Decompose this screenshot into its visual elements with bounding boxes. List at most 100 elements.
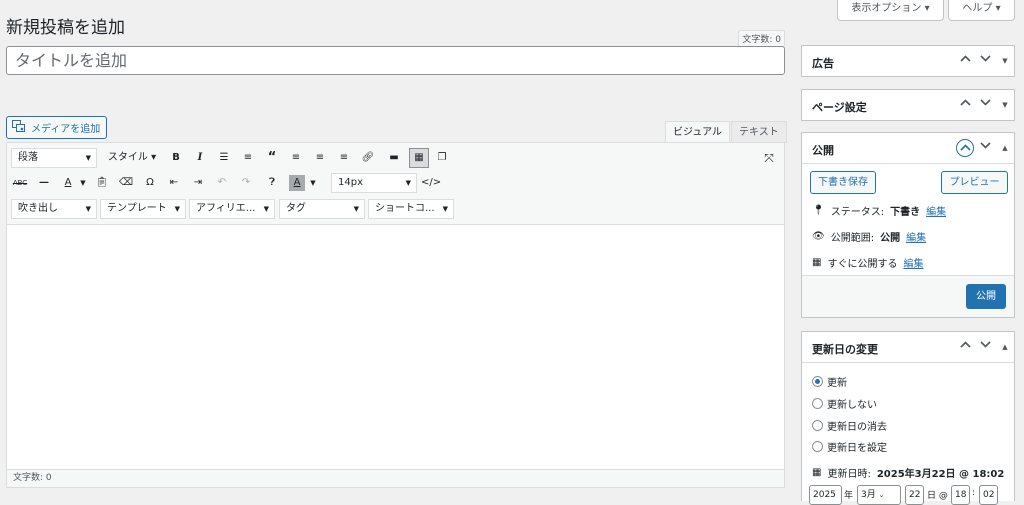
move-down-icon[interactable] bbox=[977, 53, 993, 69]
special-character-icon[interactable]: Ω bbox=[141, 172, 159, 194]
radio-icon bbox=[812, 398, 823, 409]
balloon-select[interactable]: 吹き出し ▼ bbox=[11, 199, 97, 219]
format-select-value: 段落 bbox=[18, 152, 38, 163]
eye-icon: 👁︎ bbox=[812, 231, 825, 242]
visibility-label: 公開範囲: bbox=[830, 233, 875, 244]
move-down-icon[interactable] bbox=[977, 97, 993, 113]
move-up-icon[interactable] bbox=[957, 53, 973, 69]
chevron-down-icon[interactable]: ▼ bbox=[77, 172, 89, 194]
outdent-icon[interactable]: ⇤ bbox=[165, 172, 183, 194]
publish-box-header[interactable]: 公開 ▲ bbox=[802, 133, 1014, 164]
editor-status-bar: 文字数: 0 bbox=[7, 469, 784, 487]
link-icon[interactable]: 🔗︎ bbox=[359, 147, 377, 169]
chevron-down-icon: ▼ bbox=[442, 205, 448, 213]
edit-schedule-link[interactable]: 編集 bbox=[903, 255, 923, 270]
style-dropdown[interactable]: スタイル ▾ bbox=[103, 147, 161, 169]
affiliate-select-value: アフィリエ... bbox=[196, 203, 256, 214]
status-value: 下書き bbox=[890, 207, 921, 218]
fullscreen-icon[interactable]: ⤧ bbox=[759, 147, 779, 169]
day-input[interactable]: 22 bbox=[905, 485, 924, 505]
chevron-down-icon: ▼ bbox=[263, 205, 269, 213]
year-input[interactable]: 2025 bbox=[809, 485, 842, 505]
move-up-icon[interactable] bbox=[956, 139, 974, 157]
move-down-icon[interactable] bbox=[977, 339, 993, 355]
template-select[interactable]: テンプレート ▼ bbox=[100, 199, 186, 219]
blockquote-icon[interactable]: “ bbox=[263, 147, 281, 169]
modified-date-header[interactable]: 更新日の変更 ▲ bbox=[802, 332, 1014, 363]
hour-input[interactable]: 18 bbox=[951, 485, 970, 505]
affiliate-select[interactable]: アフィリエ... ▼ bbox=[189, 199, 275, 219]
align-right-icon[interactable]: ≡ bbox=[335, 147, 353, 169]
month-select[interactable]: 3月 ⌄ bbox=[857, 485, 901, 505]
radio-icon bbox=[812, 420, 823, 431]
title-char-count: 文字数: 0 bbox=[738, 30, 785, 47]
italic-icon[interactable]: I bbox=[191, 147, 209, 169]
chevron-down-icon: ▼ bbox=[405, 179, 411, 187]
radio-set-date[interactable]: 更新日を設定 bbox=[812, 439, 887, 454]
add-media-button[interactable]: メディアを追加 bbox=[6, 116, 108, 139]
schedule-row: ▦ すぐに公開する 編集 bbox=[812, 255, 923, 270]
modified-date-title: 更新日の変更 bbox=[812, 343, 878, 356]
ad-box-header[interactable]: 広告 ▼ bbox=[802, 46, 1014, 77]
balloon-select-value: 吹き出し bbox=[18, 203, 58, 214]
minute-input[interactable]: 02 bbox=[979, 485, 998, 505]
bold-icon[interactable]: B bbox=[167, 147, 185, 169]
format-select[interactable]: 段落 ▼ bbox=[11, 148, 97, 168]
bullet-list-icon[interactable]: ☰ bbox=[215, 147, 233, 169]
modified-date-value: 2025年3月22日 @ 18:02 bbox=[876, 469, 1005, 480]
editor-content-area[interactable] bbox=[7, 226, 784, 456]
font-size-select[interactable]: 14px ▼ bbox=[331, 173, 417, 193]
clear-formatting-icon[interactable]: ⌫ bbox=[117, 172, 135, 194]
numbered-list-icon[interactable]: ≡ bbox=[239, 147, 257, 169]
toggle-panel-icon[interactable]: ▲ bbox=[997, 339, 1013, 355]
text-color-icon[interactable]: A bbox=[59, 172, 77, 194]
year-unit: 年 bbox=[844, 491, 854, 501]
strikethrough-icon[interactable]: ABC bbox=[11, 172, 29, 194]
move-up-icon[interactable] bbox=[957, 97, 973, 113]
help-icon[interactable]: ❓︎ bbox=[263, 172, 281, 194]
tab-text[interactable]: テキスト bbox=[731, 121, 787, 143]
toggle-panel-icon[interactable]: ▼ bbox=[997, 53, 1013, 69]
preview-button[interactable]: プレビュー bbox=[941, 171, 1008, 194]
save-draft-button[interactable]: 下書き保存 bbox=[810, 171, 876, 194]
toolbar-toggle-icon[interactable]: ▦ bbox=[409, 148, 429, 168]
chevron-down-icon: ⌄ bbox=[878, 491, 885, 499]
modified-date-row: ▦ 更新日時: 2025年3月22日 @ 18:02 bbox=[812, 465, 1004, 480]
move-down-icon[interactable] bbox=[977, 140, 993, 156]
toggle-panel-icon[interactable]: ▼ bbox=[997, 97, 1013, 113]
copy-icon[interactable]: ❐ bbox=[433, 147, 451, 169]
horizontal-line-icon[interactable]: — bbox=[35, 172, 53, 194]
radio-label: 更新 bbox=[827, 378, 847, 389]
tag-select[interactable]: タグ ▼ bbox=[279, 199, 365, 219]
shortcode-select[interactable]: ショートコ... ▼ bbox=[368, 199, 454, 219]
edit-status-link[interactable]: 編集 bbox=[926, 203, 946, 218]
help-button[interactable]: ヘルプ ▾ bbox=[948, 0, 1015, 21]
radio-clear-date[interactable]: 更新日の消去 bbox=[812, 418, 887, 433]
code-icon[interactable]: </> bbox=[421, 172, 441, 194]
screen-options-button[interactable]: 表示オプション ▾ bbox=[837, 0, 944, 21]
content-editor: 段落 ▼ スタイル ▾ B I ☰ ≡ “ ≡ ≡ ≡ 🔗︎ ▬ ▦ ❐ ⤧ AB… bbox=[6, 142, 785, 488]
background-color-icon[interactable]: A bbox=[289, 175, 305, 191]
edit-visibility-link[interactable]: 編集 bbox=[906, 229, 926, 244]
read-more-icon[interactable]: ▬ bbox=[385, 147, 403, 169]
redo-icon[interactable]: ↷ bbox=[237, 172, 255, 194]
publish-box: 公開 ▲ 下書き保存 プレビュー 📍︎ ステータス: 下書き 編集 👁︎ 公開範… bbox=[801, 132, 1015, 318]
align-left-icon[interactable]: ≡ bbox=[287, 147, 305, 169]
chevron-down-icon[interactable]: ▼ bbox=[307, 172, 319, 194]
page-settings-box: ページ設定 ▼ bbox=[801, 89, 1015, 121]
page-settings-header[interactable]: ページ設定 ▼ bbox=[802, 90, 1014, 121]
post-title-input[interactable] bbox=[6, 46, 785, 75]
toggle-panel-icon[interactable]: ▲ bbox=[997, 140, 1013, 156]
radio-update[interactable]: 更新 bbox=[812, 374, 847, 389]
radio-no-update[interactable]: 更新しない bbox=[812, 396, 877, 411]
toolbar-row-3: 吹き出し ▼ テンプレート ▼ アフィリエ... ▼ タグ ▼ ショートコ... ▼ bbox=[7, 198, 784, 222]
paste-text-icon[interactable]: 📋︎ bbox=[93, 172, 111, 194]
move-up-icon[interactable] bbox=[957, 339, 973, 355]
undo-icon[interactable]: ↶ bbox=[213, 172, 231, 194]
align-center-icon[interactable]: ≡ bbox=[311, 147, 329, 169]
radio-label: 更新日を設定 bbox=[827, 443, 887, 454]
tab-visual[interactable]: ビジュアル bbox=[665, 121, 730, 143]
indent-icon[interactable]: ⇥ bbox=[189, 172, 207, 194]
publish-button[interactable]: 公開 bbox=[966, 284, 1006, 309]
status-label: ステータス: bbox=[830, 207, 885, 218]
